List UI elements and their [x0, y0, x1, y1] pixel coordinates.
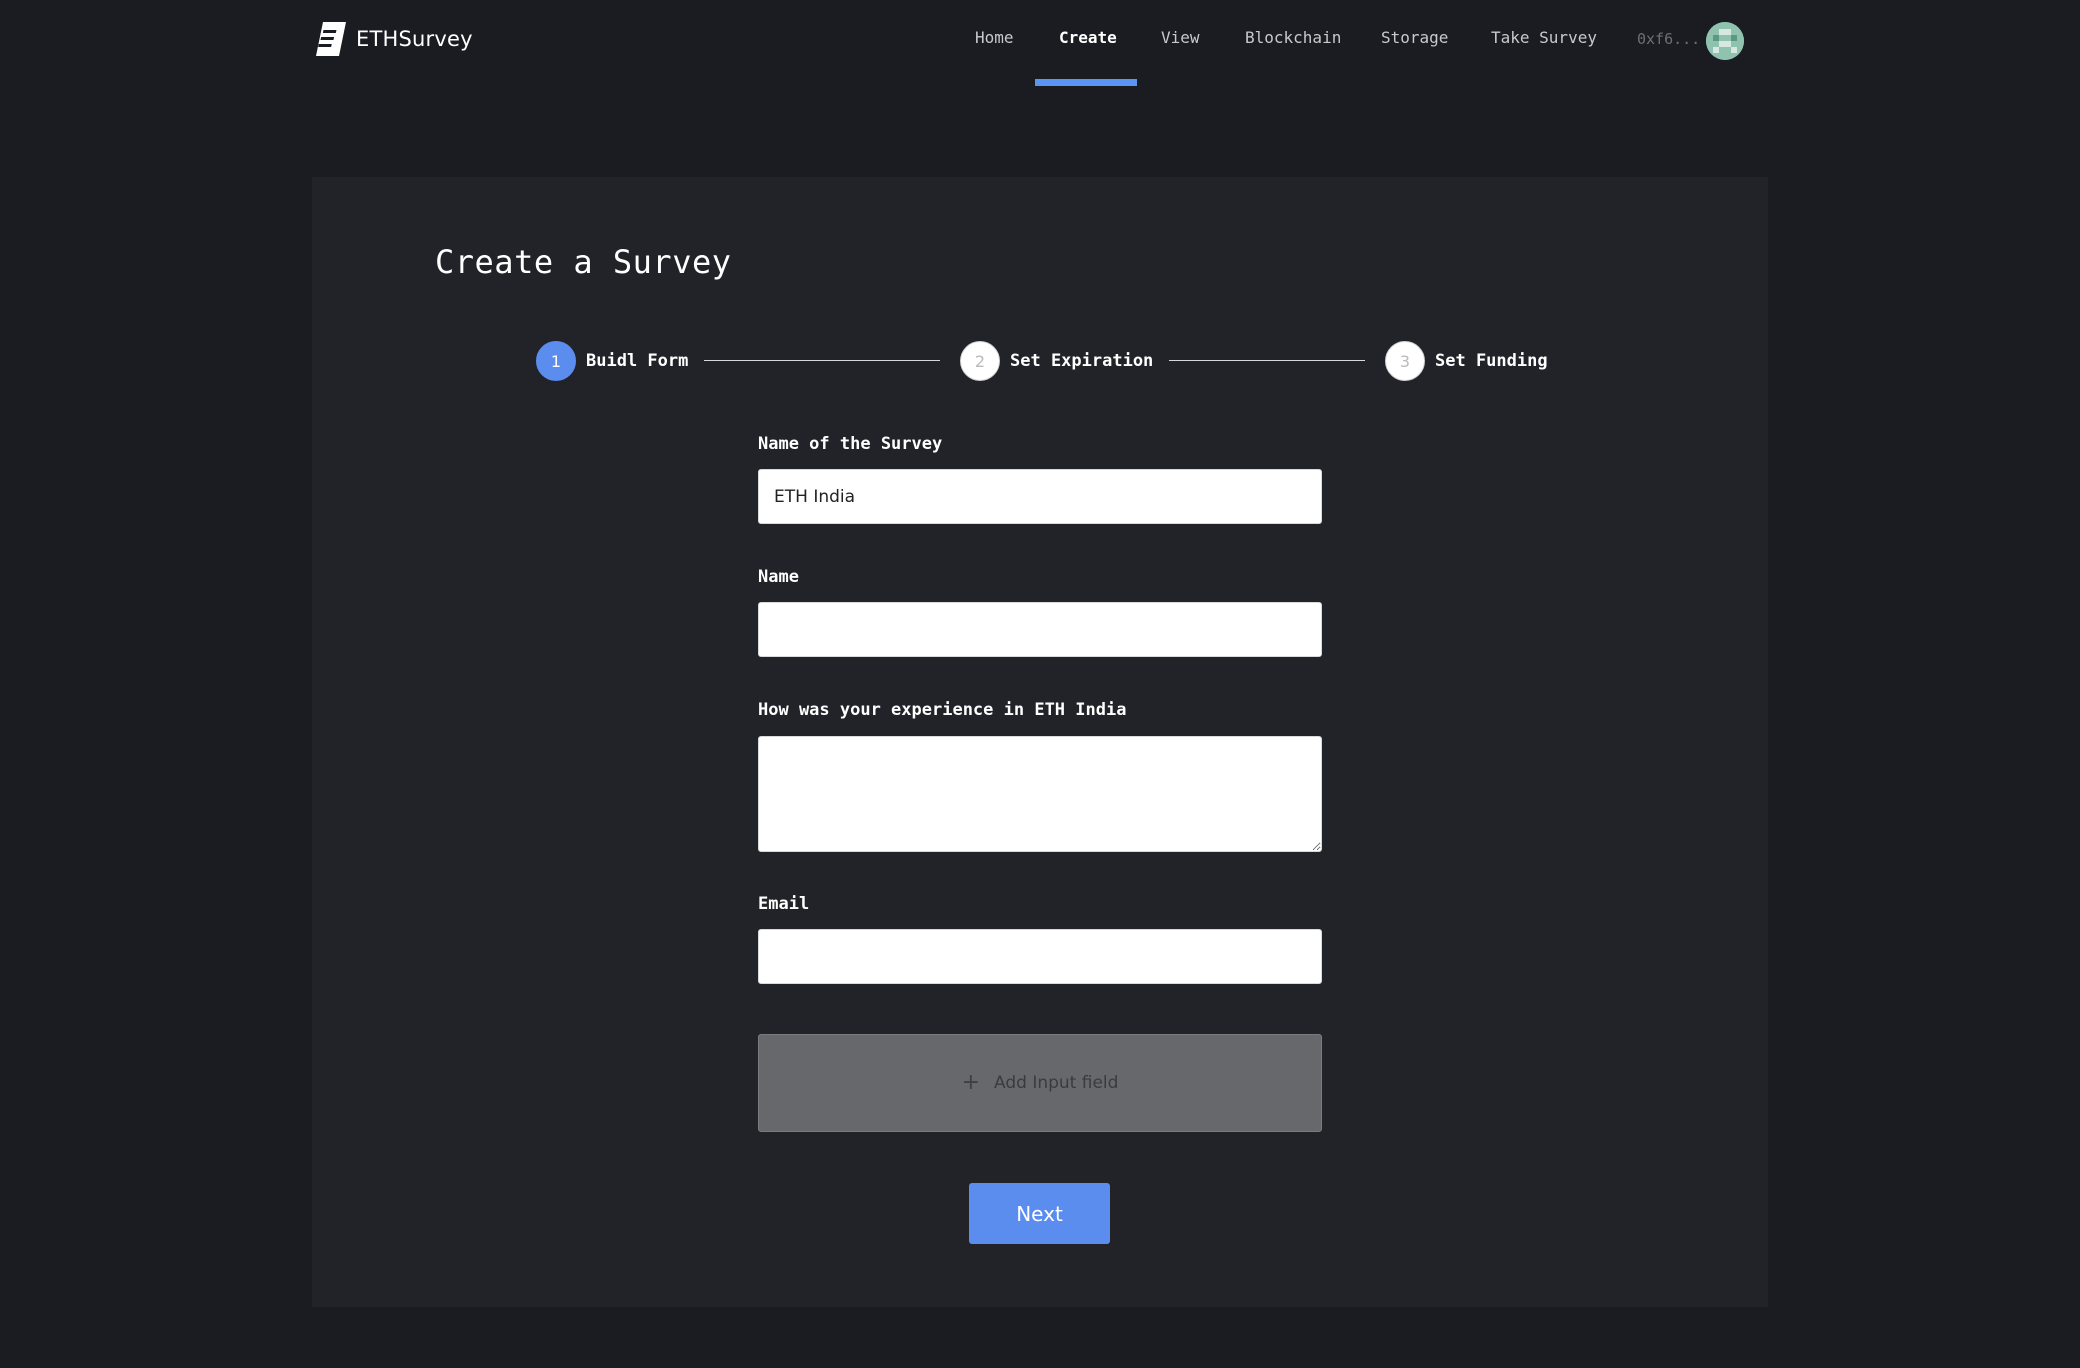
- experience-label: How was your experience in ETH India: [758, 700, 1127, 720]
- step-number: 1: [536, 341, 576, 381]
- app-name: ETHSurvey: [356, 27, 473, 51]
- name-input[interactable]: [758, 602, 1322, 657]
- identicon-icon: [1706, 22, 1744, 60]
- plus-icon: +: [961, 1070, 980, 1095]
- step-label: Set Funding: [1435, 351, 1548, 371]
- add-input-field-button[interactable]: + Add Input field: [758, 1034, 1322, 1132]
- step-buidl-form[interactable]: 1 Buidl Form: [536, 341, 688, 381]
- step-set-expiration[interactable]: 2 Set Expiration: [960, 341, 1153, 381]
- next-button[interactable]: Next: [969, 1183, 1110, 1244]
- nav-item-blockchain[interactable]: Blockchain: [1245, 28, 1341, 47]
- nav-item-view[interactable]: View: [1161, 28, 1200, 47]
- nav-item-home[interactable]: Home: [975, 28, 1014, 47]
- active-nav-indicator: [1035, 79, 1137, 86]
- avatar[interactable]: [1706, 22, 1744, 60]
- nav-item-storage[interactable]: Storage: [1381, 28, 1448, 47]
- email-label: Email: [758, 894, 810, 914]
- create-survey-card: Create a Survey 1 Buidl Form 2 Set Expir…: [312, 177, 1768, 1307]
- step-number: 2: [960, 341, 1000, 381]
- survey-name-label: Name of the Survey: [758, 434, 943, 454]
- survey-name-input[interactable]: [758, 469, 1322, 524]
- survey-logo-icon: [316, 22, 346, 56]
- top-header: ETHSurvey Home Create View Blockchain St…: [0, 0, 2080, 86]
- page-title: Create a Survey: [435, 243, 732, 281]
- step-connector: [1169, 360, 1365, 361]
- email-input[interactable]: [758, 929, 1322, 984]
- step-label: Set Expiration: [1010, 351, 1154, 371]
- add-input-field-label: Add Input field: [994, 1073, 1119, 1093]
- nav-item-create[interactable]: Create: [1059, 28, 1117, 47]
- name-label: Name: [758, 567, 799, 587]
- account-address[interactable]: 0xf6...: [1637, 30, 1700, 48]
- step-set-funding[interactable]: 3 Set Funding: [1385, 341, 1548, 381]
- experience-textarea[interactable]: [758, 736, 1322, 852]
- step-connector: [704, 360, 940, 361]
- nav-item-take-survey[interactable]: Take Survey: [1491, 28, 1597, 47]
- step-number: 3: [1385, 341, 1425, 381]
- app-logo[interactable]: ETHSurvey: [316, 22, 473, 56]
- step-label: Buidl Form: [586, 351, 689, 371]
